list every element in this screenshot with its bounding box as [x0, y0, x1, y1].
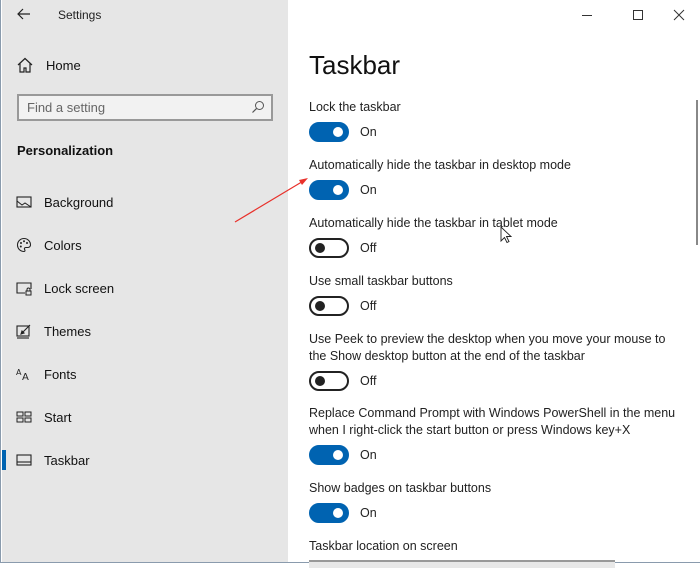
toggle-knob [315, 243, 325, 253]
scrollbar[interactable] [696, 100, 698, 245]
home-nav-item[interactable]: Home [16, 56, 81, 74]
app-title: Settings [58, 8, 102, 22]
setting-label: Taskbar location on screen [309, 539, 458, 553]
powershell-toggle[interactable]: On [309, 445, 684, 465]
sidebar-item-label: Themes [44, 323, 91, 339]
search-box[interactable] [17, 94, 273, 121]
sidebar-item-themes[interactable]: Themes [2, 316, 288, 346]
setting-small-buttons: Use small taskbar buttons Off [309, 273, 684, 316]
toggle-switch[interactable] [309, 503, 349, 523]
setting-label: Use small taskbar buttons [309, 274, 453, 288]
sidebar-item-fonts[interactable]: AA Fonts [2, 359, 288, 389]
toggle-switch[interactable] [309, 180, 349, 200]
setting-peek: Use Peek to preview the desktop when you… [309, 331, 684, 391]
toggle-state: On [360, 506, 377, 520]
toggle-state: Off [360, 241, 377, 255]
toggle-knob [315, 376, 325, 386]
toggle-knob [333, 450, 343, 460]
toggle-switch[interactable] [309, 371, 349, 391]
setting-label: Automatically hide the taskbar in tablet… [309, 216, 558, 230]
sidebar-item-label: Lock screen [44, 280, 115, 296]
toggle-state: On [360, 183, 377, 197]
sidebar-item-start[interactable]: Start [2, 402, 288, 432]
selected-indicator [2, 450, 6, 470]
toggle-switch[interactable] [309, 122, 349, 142]
home-icon [17, 57, 33, 73]
setting-autohide-tablet: Automatically hide the taskbar in tablet… [309, 215, 684, 258]
back-button[interactable] [16, 6, 34, 24]
back-arrow-icon [17, 8, 30, 20]
mouse-cursor-icon [500, 226, 512, 244]
setting-label: Automatically hide the taskbar in deskto… [309, 158, 571, 172]
peek-toggle[interactable]: Off [309, 371, 684, 391]
sidebar-item-background[interactable]: Background [2, 187, 288, 217]
lock-screen-icon [16, 282, 32, 296]
sidebar-item-taskbar[interactable]: Taskbar [2, 445, 288, 475]
setting-label: Replace Command Prompt with Windows Powe… [309, 406, 676, 437]
lock-taskbar-toggle[interactable]: On [309, 122, 684, 142]
toggle-switch[interactable] [309, 445, 349, 465]
close-button[interactable] [669, 6, 689, 24]
sidebar-item-lock-screen[interactable]: Lock screen [2, 273, 288, 303]
toggle-state: On [360, 125, 377, 139]
taskbar-location-dropdown[interactable] [309, 560, 615, 568]
sidebar-item-label: Colors [44, 237, 82, 253]
close-icon [673, 9, 685, 21]
setting-label: Lock the taskbar [309, 100, 401, 114]
autohide-desktop-toggle[interactable]: On [309, 180, 684, 200]
taskbar-icon [16, 454, 32, 466]
sidebar-item-label: Start [44, 409, 72, 425]
toggle-knob [333, 185, 343, 195]
setting-badges: Show badges on taskbar buttons On [309, 480, 684, 523]
maximize-icon [633, 10, 643, 20]
minimize-icon [582, 15, 592, 16]
start-icon [16, 411, 32, 423]
section-heading: Personalization [17, 143, 114, 158]
badges-toggle[interactable]: On [309, 503, 684, 523]
toggle-knob [315, 301, 325, 311]
setting-label: Show badges on taskbar buttons [309, 481, 492, 495]
sidebar-item-label: Taskbar [44, 452, 90, 468]
sidebar-item-label: Fonts [44, 366, 77, 382]
home-label: Home [46, 57, 81, 73]
fonts-icon: AA [16, 368, 29, 382]
small-buttons-toggle[interactable]: Off [309, 296, 684, 316]
toggle-knob [333, 508, 343, 518]
image-icon [16, 196, 32, 208]
settings-window: Settings Home Personalization Background… [0, 0, 700, 568]
setting-label: Use Peek to preview the desktop when you… [309, 332, 666, 363]
palette-icon [16, 237, 32, 253]
sidebar: Settings Home Personalization Background… [2, 0, 288, 562]
autohide-tablet-toggle[interactable]: Off [309, 238, 684, 258]
themes-icon [16, 324, 31, 339]
sidebar-item-colors[interactable]: Colors [2, 230, 288, 260]
toggle-switch[interactable] [309, 238, 349, 258]
search-icon[interactable] [251, 100, 265, 114]
sidebar-item-label: Background [44, 194, 114, 210]
setting-lock-taskbar: Lock the taskbar On [309, 99, 684, 142]
toggle-state: On [360, 448, 377, 462]
setting-autohide-desktop: Automatically hide the taskbar in deskto… [309, 157, 684, 200]
toggle-knob [333, 127, 343, 137]
toggle-switch[interactable] [309, 296, 349, 316]
page-title: Taskbar [309, 50, 401, 80]
maximize-button[interactable] [628, 6, 648, 24]
search-input[interactable] [19, 96, 247, 119]
main-content: Taskbar Lock the taskbar On Automaticall… [288, 0, 700, 568]
minimize-button[interactable] [577, 6, 597, 24]
svg-text:A: A [22, 372, 29, 382]
toggle-state: Off [360, 374, 377, 388]
setting-powershell: Replace Command Prompt with Windows Powe… [309, 405, 684, 465]
toggle-state: Off [360, 299, 377, 313]
setting-location: Taskbar location on screen [309, 538, 684, 555]
